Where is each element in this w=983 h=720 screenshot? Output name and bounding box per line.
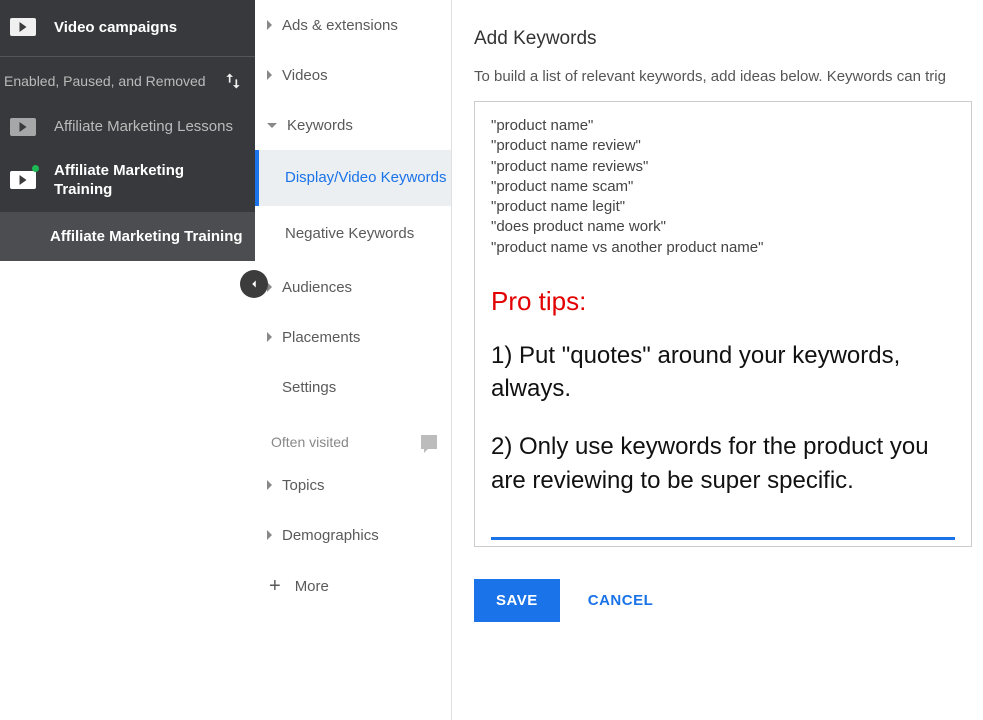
chevron-down-icon	[267, 123, 277, 128]
page-subtext: To build a list of relevant keywords, ad…	[474, 68, 983, 85]
nav-label: Demographics	[282, 527, 379, 544]
main-content: Add Keywords To build a list of relevant…	[452, 0, 983, 720]
nav-videos[interactable]: Videos	[255, 50, 451, 100]
nav-label: More	[295, 578, 329, 595]
sidebar-empty-panel	[0, 261, 255, 720]
chevron-right-icon	[267, 530, 272, 540]
save-button[interactable]: SAVE	[474, 579, 560, 622]
keyword-line: "product name legit"	[491, 197, 955, 217]
collapse-sidebar-button[interactable]	[240, 270, 268, 298]
camera-icon	[10, 171, 36, 189]
pro-tips-heading: Pro tips:	[491, 286, 955, 317]
campaign-item-lessons[interactable]: Affiliate Marketing Lessons	[0, 105, 255, 149]
campaign-filter[interactable]: Enabled, Paused, and Removed	[0, 57, 255, 105]
camera-icon	[10, 118, 36, 136]
nav-label: Topics	[282, 477, 325, 494]
chevron-right-icon	[267, 480, 272, 490]
chevron-left-icon	[247, 277, 261, 291]
nav-label: Negative Keywords	[285, 224, 414, 244]
video-campaigns-header[interactable]: Video campaigns	[0, 0, 255, 56]
often-visited-label: Often visited	[271, 434, 349, 450]
page-title: Add Keywords	[474, 28, 983, 50]
keyword-line: "product name vs another product name"	[491, 238, 955, 258]
filter-label: Enabled, Paused, and Removed	[4, 72, 223, 90]
camera-icon	[10, 18, 36, 36]
nav-keywords[interactable]: Keywords	[255, 100, 451, 150]
keyword-line: "product name scam"	[491, 177, 955, 197]
campaign-label: Affiliate Marketing Training	[54, 161, 245, 200]
action-buttons: SAVE CANCEL	[474, 579, 983, 622]
nav-label: Settings	[282, 379, 336, 396]
pro-tip-1: 1) Put "quotes" around your keywords, al…	[491, 339, 955, 406]
nav-label: Ads & extensions	[282, 17, 398, 34]
often-visited-header: Often visited	[255, 412, 451, 460]
nav-placements[interactable]: Placements	[255, 312, 451, 362]
swap-icon	[223, 71, 243, 91]
campaign-sidebar: Video campaigns Enabled, Paused, and Rem…	[0, 0, 255, 720]
nav-topics[interactable]: Topics	[255, 460, 451, 510]
campaign-item-training[interactable]: Affiliate Marketing Training	[0, 149, 255, 212]
nav-label: Videos	[282, 67, 328, 84]
nav-label: Audiences	[282, 279, 352, 296]
nav-label: Placements	[282, 329, 360, 346]
nav-label: Keywords	[287, 117, 353, 134]
nav-demographics[interactable]: Demographics	[255, 510, 451, 560]
secondary-nav: Ads & extensions Videos Keywords Display…	[255, 0, 452, 720]
chevron-right-icon	[267, 70, 272, 80]
nav-display-video-keywords[interactable]: Display/Video Keywords	[255, 150, 451, 206]
keyword-line: "does product name work"	[491, 217, 955, 237]
nav-label: Display/Video Keywords	[285, 168, 446, 188]
comment-icon[interactable]	[421, 435, 437, 449]
pro-tip-2: 2) Only use keywords for the product you…	[491, 430, 955, 497]
chevron-right-icon	[267, 332, 272, 342]
chevron-right-icon	[267, 20, 272, 30]
cancel-button[interactable]: CANCEL	[588, 592, 654, 609]
campaign-subitem-training[interactable]: Affiliate Marketing Training	[0, 212, 255, 261]
keyword-line: "product name review"	[491, 136, 955, 156]
plus-icon: +	[269, 576, 281, 596]
keyword-line: "product name reviews"	[491, 157, 955, 177]
keyword-line: "product name"	[491, 116, 955, 136]
keywords-text[interactable]: "product name" "product name review" "pr…	[491, 116, 955, 258]
video-campaigns-label: Video campaigns	[54, 19, 177, 36]
nav-audiences[interactable]: Audiences	[255, 262, 451, 312]
campaign-sub-label: Affiliate Marketing Training	[50, 228, 243, 245]
keywords-input-box[interactable]: "product name" "product name review" "pr…	[474, 101, 972, 547]
nav-negative-keywords[interactable]: Negative Keywords	[255, 206, 451, 262]
nav-more[interactable]: + More	[255, 560, 451, 612]
nav-ads-extensions[interactable]: Ads & extensions	[255, 0, 451, 50]
focus-underline	[491, 537, 955, 540]
nav-settings[interactable]: Settings	[255, 362, 451, 412]
campaign-label: Affiliate Marketing Lessons	[54, 117, 233, 137]
status-dot-icon	[32, 165, 39, 172]
